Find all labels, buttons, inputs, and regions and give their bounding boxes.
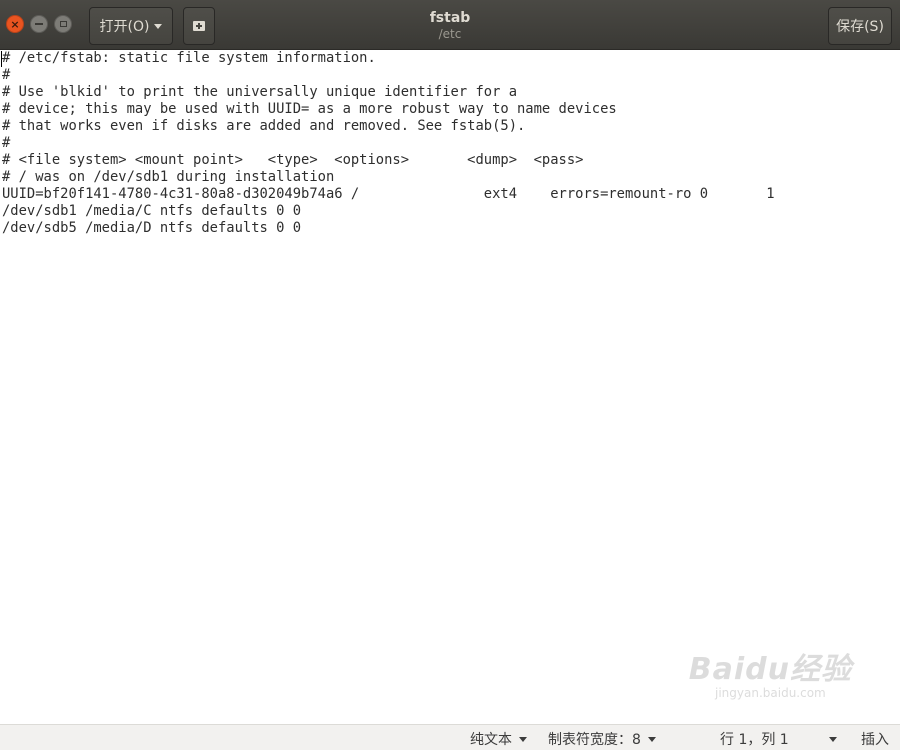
editor-line: # that works even if disks are added and… bbox=[2, 118, 526, 134]
window-minimize-icon[interactable] bbox=[30, 15, 48, 33]
watermark-logo: Baidu经验 bbox=[688, 652, 852, 687]
header-bar: × 打开(O) fstab /etc 保存(S) bbox=[0, 0, 900, 50]
window-title: fstab bbox=[429, 10, 471, 26]
tab-width-label: 制表符宽度：8 bbox=[548, 732, 641, 748]
status-bar: 纯文本 制表符宽度：8 行 1，列 1 插入 bbox=[0, 724, 900, 750]
editor-line: /dev/sdb1 /media/C ntfs defaults 0 0 bbox=[2, 203, 302, 219]
language-selector[interactable]: 纯文本 bbox=[470, 729, 527, 749]
tab-width-selector[interactable]: 制表符宽度：8 bbox=[548, 729, 656, 749]
watermark-url: jingyan.baidu.com bbox=[715, 686, 826, 700]
editor-line: # device; this may be used with UUID= as… bbox=[2, 101, 617, 117]
editor-line: UUID=bf20f141-4780-4c31-80a8-d302049b74a… bbox=[2, 186, 775, 202]
open-button-label: 打开(O) bbox=[99, 19, 150, 35]
save-button[interactable]: 保存(S) bbox=[828, 7, 892, 45]
chevron-down-icon bbox=[519, 736, 527, 742]
language-label: 纯文本 bbox=[470, 732, 512, 748]
editor-line: # /etc/fstab: static file system informa… bbox=[2, 50, 376, 66]
chevron-down-icon bbox=[828, 736, 837, 742]
window-maximize-icon[interactable] bbox=[54, 15, 72, 33]
chevron-down-icon bbox=[154, 23, 163, 29]
cursor-position-selector[interactable]: 行 1，列 1 bbox=[720, 729, 837, 749]
open-button[interactable]: 打开(O) bbox=[89, 7, 173, 45]
text-editor-area[interactable]: # /etc/fstab: static file system informa… bbox=[0, 50, 900, 724]
window-close-icon[interactable]: × bbox=[6, 15, 24, 33]
baidu-watermark: Baidu经验 jingyan.baidu.com bbox=[689, 644, 852, 700]
chevron-down-icon bbox=[647, 736, 656, 742]
editor-line: # Use 'blkid' to print the universally u… bbox=[2, 84, 517, 100]
editor-line: # bbox=[2, 67, 11, 83]
insert-mode-label: 插入 bbox=[861, 732, 889, 748]
editor-line: # <file system> <mount point> <type> <op… bbox=[2, 152, 584, 168]
editor-line: /dev/sdb5 /media/D ntfs defaults 0 0 bbox=[2, 220, 302, 236]
cursor-position-label: 行 1，列 1 bbox=[720, 732, 789, 748]
editor-content[interactable]: # /etc/fstab: static file system informa… bbox=[2, 50, 775, 237]
window-title-block: fstab /etc bbox=[350, 9, 550, 42]
window-subtitle: /etc bbox=[438, 27, 462, 41]
editor-line: # bbox=[2, 135, 11, 151]
new-document-button[interactable] bbox=[183, 7, 215, 45]
new-document-icon bbox=[193, 21, 205, 31]
insert-mode-indicator[interactable]: 插入 bbox=[861, 729, 889, 749]
editor-line: # / was on /dev/sdb1 during installation bbox=[2, 169, 335, 185]
